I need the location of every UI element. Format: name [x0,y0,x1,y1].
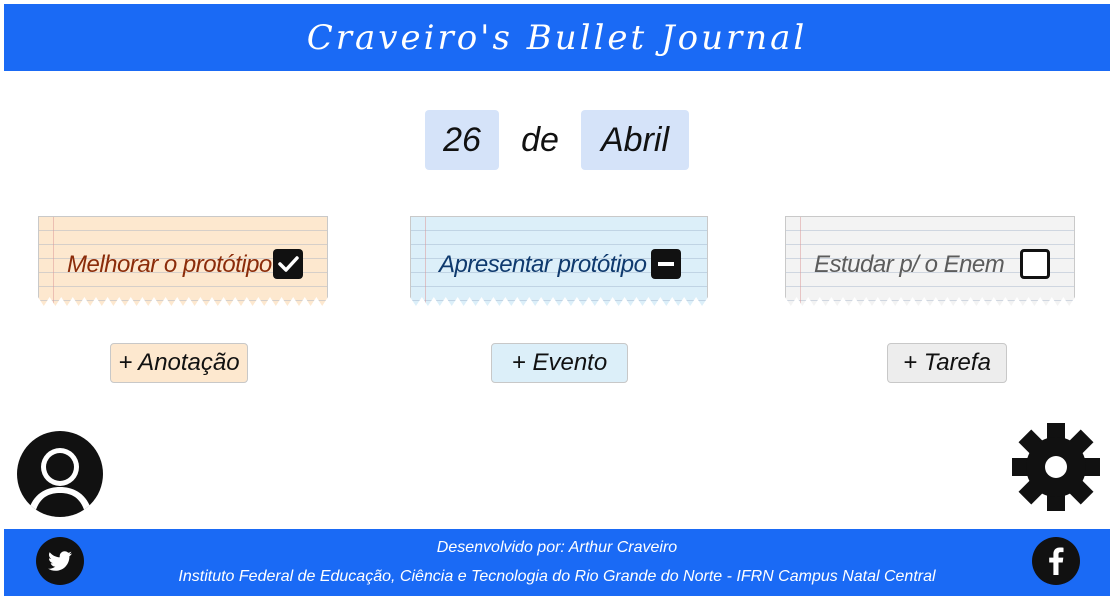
app-title: Craveiro's Bullet Journal [306,17,808,58]
app-footer: Desenvolvido por: Arthur Craveiro Instit… [4,529,1110,596]
indeterminate-checkbox-icon[interactable] [651,249,681,279]
add-evento-button[interactable]: + Evento [491,343,628,383]
checked-checkbox-icon[interactable] [273,249,303,279]
footer-institution: Instituto Federal de Educação, Ciência e… [178,568,936,585]
date-day[interactable]: 26 [425,110,499,170]
note-text: Apresentar protótipo [439,251,647,278]
unchecked-checkbox-icon[interactable] [1020,249,1050,279]
add-tarefa-button[interactable]: + Tarefa [887,343,1007,383]
note-margin-line [800,217,801,306]
date-separator: de [521,120,559,159]
note-anotacao[interactable]: Melhorar o protótipo [38,216,328,306]
note-margin-line [425,217,426,306]
gear-icon[interactable] [1012,423,1100,511]
footer-credits: Desenvolvido por: Arthur Craveiro [436,539,678,556]
add-anotacao-button[interactable]: + Anotação [110,343,248,383]
note-text: Estudar p/ o Enem [814,251,1005,278]
note-tarefa[interactable]: Estudar p/ o Enem [785,216,1075,306]
facebook-icon[interactable] [1032,537,1080,585]
date-month[interactable]: Abril [581,110,689,170]
app-header: Craveiro's Bullet Journal [4,4,1110,71]
note-margin-line [53,217,54,306]
user-icon[interactable] [17,431,103,517]
note-text: Melhorar o protótipo [67,251,272,278]
date-display: 26 de Abril [0,110,1114,170]
note-evento[interactable]: Apresentar protótipo [410,216,708,306]
